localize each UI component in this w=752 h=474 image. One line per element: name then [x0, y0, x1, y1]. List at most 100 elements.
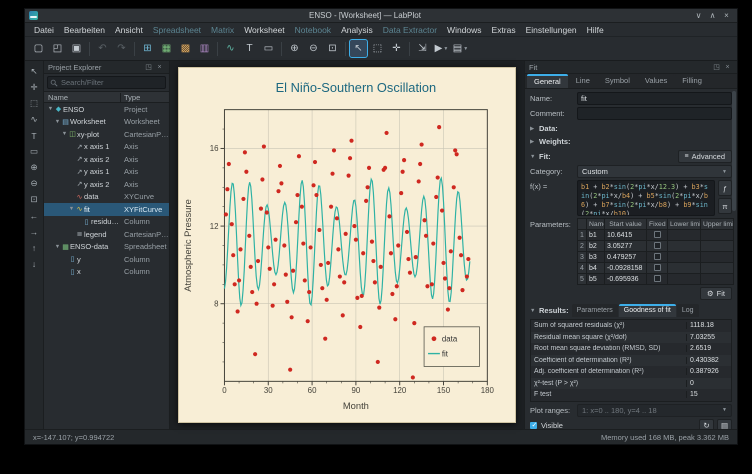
- float-dock-icon[interactable]: ◳: [711, 63, 722, 71]
- new-project-icon[interactable]: ▢: [30, 40, 47, 57]
- save-template-icon[interactable]: ▤: [717, 419, 732, 430]
- column-header-type[interactable]: Type: [121, 93, 169, 102]
- comment-field[interactable]: [577, 107, 732, 120]
- parameter-row[interactable]: 5b5-0.695936: [578, 274, 734, 285]
- tab-line[interactable]: Line: [569, 74, 597, 88]
- fixed-checkbox[interactable]: [654, 253, 661, 260]
- category-combobox[interactable]: Custom ▼: [577, 165, 732, 178]
- select-tool-icon[interactable]: ↖: [27, 65, 41, 78]
- param-start-value[interactable]: -0.695936: [605, 274, 647, 285]
- layout-icon[interactable]: ▤▼: [452, 40, 469, 57]
- save-project-icon[interactable]: ▣: [68, 40, 85, 57]
- menu-windows[interactable]: Windows: [442, 23, 486, 37]
- tab-results-log[interactable]: Log: [677, 304, 699, 317]
- export-icon[interactable]: ⇲: [414, 40, 431, 57]
- tab-values[interactable]: Values: [638, 74, 674, 88]
- worksheet-view[interactable]: 030609012015018081216El Niño-Southern Os…: [170, 61, 524, 429]
- tree-item-y-axis-2[interactable]: ↗y axis 2Axis: [44, 178, 169, 191]
- menu-notebook[interactable]: Notebook: [290, 23, 336, 37]
- close-dock-icon[interactable]: ×: [154, 64, 165, 71]
- param-start-value[interactable]: 3.05277: [605, 241, 647, 252]
- recalculate-icon[interactable]: ↻: [699, 419, 714, 430]
- param-lower-limit[interactable]: [668, 274, 701, 285]
- param-lower-limit[interactable]: [668, 241, 701, 252]
- add-plot-tool-icon[interactable]: ∿: [27, 113, 41, 126]
- undo-icon[interactable]: ↶: [94, 40, 111, 57]
- shift-right-tool-icon[interactable]: →: [27, 225, 41, 238]
- advanced-button[interactable]: ≡ Advanced: [678, 150, 732, 163]
- maximize-button[interactable]: ∧: [706, 10, 719, 21]
- param-lower-limit[interactable]: [668, 252, 701, 263]
- menu-matrix[interactable]: Matrix: [206, 23, 239, 37]
- redo-icon[interactable]: ↷: [113, 40, 130, 57]
- y-axis-label[interactable]: Atmospheric Pressure: [182, 199, 193, 292]
- menu-spreadsheet[interactable]: Spreadsheet: [148, 23, 206, 37]
- zoom-fit-tool-icon[interactable]: ⊡: [27, 193, 41, 206]
- tree-item-xy-plot[interactable]: ▼◫xy-plotCartesianPlot: [44, 128, 169, 141]
- zoom-fit-icon[interactable]: ⊡: [324, 40, 341, 57]
- param-upper-limit[interactable]: [701, 263, 734, 274]
- crosshair-tool-icon[interactable]: ✛: [27, 81, 41, 94]
- zoom-out-tool-icon[interactable]: ⊖: [27, 177, 41, 190]
- zoom-select-icon[interactable]: ⬚: [369, 40, 386, 57]
- formula-editor[interactable]: b1 + b2*sin(2*pi*x/12.3) + b3*sin(2*pi*x…: [577, 180, 715, 216]
- column-header-name[interactable]: Name: [44, 93, 121, 102]
- run-fit-button[interactable]: ⚙ Fit: [700, 287, 732, 300]
- titlebar[interactable]: ENSO - [Worksheet] — LabPlot ∨ ∧ ×: [25, 9, 737, 23]
- parameter-row[interactable]: 2b23.05277: [578, 241, 734, 252]
- tab-filling[interactable]: Filling: [675, 74, 709, 88]
- param-start-value[interactable]: 0.479257: [605, 252, 647, 263]
- menu-worksheet[interactable]: Worksheet: [239, 23, 289, 37]
- shift-up-tool-icon[interactable]: ↑: [27, 241, 41, 254]
- open-project-icon[interactable]: ◰: [49, 40, 66, 57]
- select-mode-icon[interactable]: ↖: [350, 40, 367, 57]
- shift-down-tool-icon[interactable]: ↓: [27, 257, 41, 270]
- tree-item-x-axis-2[interactable]: ↗x axis 2Axis: [44, 153, 169, 166]
- search-input[interactable]: [47, 76, 166, 89]
- parameter-row[interactable]: 1b110.6415: [578, 230, 734, 241]
- zoom-select-tool-icon[interactable]: ⬚: [27, 97, 41, 110]
- tree-item-x-axis-1[interactable]: ↗x axis 1Axis: [44, 141, 169, 154]
- parameter-row[interactable]: 3b30.479257: [578, 252, 734, 263]
- chevron-down-icon[interactable]: ▼: [54, 244, 61, 250]
- new-notebook-icon[interactable]: ▥: [196, 40, 213, 57]
- weights-section-header[interactable]: ▶ Weights:: [530, 137, 732, 146]
- param-lower-limit[interactable]: [668, 230, 701, 241]
- tab-general[interactable]: General: [527, 74, 568, 88]
- new-worksheet-icon[interactable]: ⊞: [139, 40, 156, 57]
- add-image-icon[interactable]: ▭: [260, 40, 277, 57]
- fixed-checkbox[interactable]: [654, 231, 661, 238]
- tree-item-data[interactable]: ∿dataXYCurve: [44, 191, 169, 204]
- zoom-out-icon[interactable]: ⊖: [305, 40, 322, 57]
- param-upper-limit[interactable]: [701, 241, 734, 252]
- tree-item-y[interactable]: ▯yColumn: [44, 253, 169, 266]
- close-button[interactable]: ×: [720, 10, 733, 21]
- name-field[interactable]: [577, 92, 732, 105]
- legend-box[interactable]: [424, 327, 479, 367]
- tree-item-ENSO[interactable]: ▼◆ENSOProject: [44, 103, 169, 116]
- add-text-tool-icon[interactable]: T: [27, 129, 41, 142]
- visible-checkbox[interactable]: [530, 422, 537, 429]
- zoom-in-icon[interactable]: ⊕: [286, 40, 303, 57]
- menu-hilfe[interactable]: Hilfe: [582, 23, 609, 37]
- add-text-icon[interactable]: T: [241, 40, 258, 57]
- fixed-checkbox[interactable]: [654, 242, 661, 249]
- tree-item-fit[interactable]: ▼∿fitXYFitCurve: [44, 203, 169, 216]
- plot-title[interactable]: El Niño-Southern Oscillation: [276, 80, 437, 95]
- close-dock-icon[interactable]: ×: [722, 64, 733, 71]
- tree-item-x[interactable]: ▯xColumn: [44, 266, 169, 279]
- new-matrix-icon[interactable]: ▩: [177, 40, 194, 57]
- scrollbar-thumb[interactable]: [732, 91, 736, 211]
- minimize-button[interactable]: ∨: [692, 10, 705, 21]
- explorer-column-header[interactable]: Name Type: [44, 91, 169, 103]
- presenter-mode-icon[interactable]: ▶▼: [433, 40, 450, 57]
- x-axis-label[interactable]: Month: [343, 400, 369, 411]
- menu-datei[interactable]: Datei: [29, 23, 59, 37]
- constants-button[interactable]: π: [718, 198, 732, 214]
- chevron-down-icon[interactable]: ▼: [68, 206, 75, 212]
- xy-plot[interactable]: 030609012015018081216El Niño-Southern Os…: [179, 68, 515, 422]
- param-upper-limit[interactable]: [701, 230, 734, 241]
- param-lower-limit[interactable]: [668, 263, 701, 274]
- fixed-checkbox[interactable]: [654, 264, 661, 271]
- tree-item-ENSO-data[interactable]: ▼▦ENSO-dataSpreadsheet: [44, 241, 169, 254]
